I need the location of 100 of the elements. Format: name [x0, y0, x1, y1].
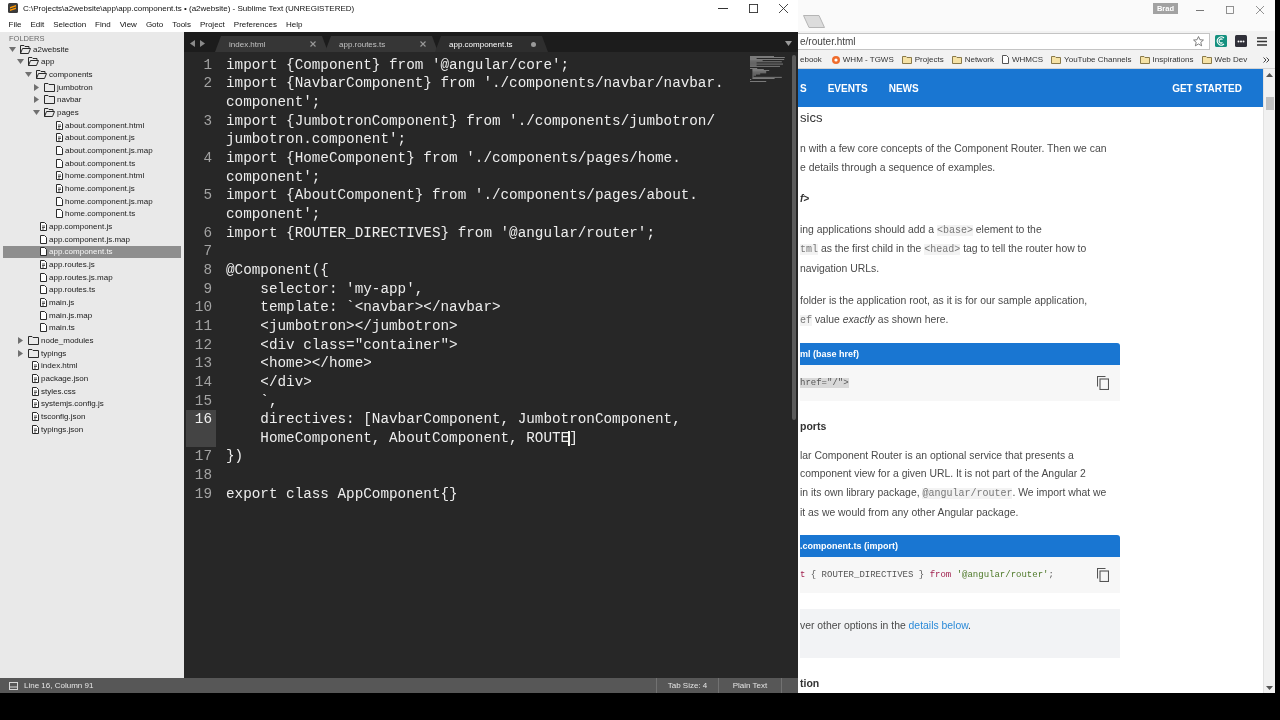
line-number: 9: [202, 279, 213, 299]
file-tree-item[interactable]: styles.css: [3, 384, 181, 398]
panel-icon[interactable]: [9, 681, 18, 690]
file-tree-item[interactable]: main.js.map: [3, 308, 181, 322]
menu-item[interactable]: Goto: [141, 19, 168, 29]
line-number: 7: [202, 242, 213, 261]
nav-link[interactable]: NEWS: [888, 82, 919, 94]
scrollbar[interactable]: [792, 55, 796, 420]
caret-right-icon[interactable]: [34, 83, 39, 91]
scroll-up-icon[interactable]: [1266, 73, 1273, 77]
get-started-link[interactable]: GET STARTED: [1172, 82, 1242, 94]
menu-item[interactable]: Edit: [25, 19, 49, 29]
tab-size-button[interactable]: Tab Size: 4: [656, 678, 718, 693]
file-tree-item[interactable]: pages: [3, 106, 181, 119]
open-folder-icon: [44, 108, 55, 118]
menu-item[interactable]: Tools: [167, 19, 196, 29]
file-tree-item[interactable]: main.ts: [3, 321, 181, 335]
unsaved-dot-icon[interactable]: [531, 41, 536, 47]
bookmark[interactable]: Projects: [901, 55, 944, 64]
close-icon[interactable]: [420, 41, 426, 47]
code-line: <home></home>: [260, 355, 372, 372]
menu-item[interactable]: Preferences: [229, 19, 282, 29]
file-tree-item[interactable]: about.component.js: [3, 131, 181, 145]
file-tree-item[interactable]: app.component.js: [3, 220, 181, 233]
menu-item[interactable]: Find: [90, 19, 116, 29]
caret-right-icon[interactable]: [18, 349, 23, 357]
site-logo-icon: [831, 55, 840, 64]
code-line: directives: [NavbarComponent, JumbotronComponent,: [260, 411, 681, 428]
line-number: 18: [193, 466, 213, 485]
caret-down-icon[interactable]: [9, 46, 16, 52]
bookmark[interactable]: Network: [951, 55, 994, 64]
minimap-drawing[interactable]: [750, 56, 786, 83]
menu-item[interactable]: File: [4, 19, 26, 29]
syntax-button[interactable]: Plain Text: [718, 678, 782, 693]
chevron-double-right-icon[interactable]: [1263, 56, 1271, 63]
copy-icon[interactable]: [1097, 567, 1109, 582]
file-tree-item[interactable]: index.html: [3, 359, 181, 373]
file-tree-item[interactable]: systemjs.config.js: [3, 397, 181, 411]
close-icon[interactable]: [310, 41, 316, 47]
caret-down-icon[interactable]: [25, 72, 32, 78]
file-tree-item[interactable]: tsconfig.json: [3, 410, 181, 423]
caret-right-icon[interactable]: [200, 40, 205, 47]
code-line: </div>: [260, 373, 312, 390]
file-tree-item[interactable]: components: [3, 68, 181, 81]
menu-item[interactable]: Help: [281, 19, 307, 29]
star-icon[interactable]: [1193, 35, 1204, 47]
caret-down-icon[interactable]: [33, 110, 40, 116]
file-tree-item[interactable]: typings.json: [3, 422, 181, 436]
code-block-header: .component.ts (import): [800, 534, 1120, 557]
bookmark[interactable]: WHMCS: [1002, 55, 1044, 64]
bookmark[interactable]: Web Dev: [1201, 55, 1248, 64]
file-tree-item[interactable]: home.component.js.map: [3, 194, 181, 208]
file-tree-item[interactable]: home.component.html: [3, 169, 181, 183]
file-tree-item[interactable]: app.routes.ts: [3, 283, 181, 297]
file-tree-item[interactable]: about.component.html: [3, 118, 181, 132]
caret-right-icon[interactable]: [34, 96, 39, 104]
file-tree-item[interactable]: app.routes.js: [3, 258, 181, 271]
file-tree-item[interactable]: home.component.js: [3, 182, 181, 195]
cursor-position: Line 16, Column 91: [24, 681, 94, 690]
copy-icon[interactable]: [1097, 375, 1109, 390]
spiral-extension-icon[interactable]: [1215, 35, 1227, 47]
caret-down-icon[interactable]: [17, 59, 24, 65]
file-tree-item[interactable]: node_modules: [3, 334, 181, 347]
bookmark[interactable]: YouTube Channels: [1051, 55, 1132, 64]
scrollbar-track[interactable]: [1263, 69, 1275, 693]
document-icon: [56, 120, 63, 130]
menu-icon[interactable]: [1257, 36, 1267, 46]
file-tree-item[interactable]: app.component.js.map: [3, 232, 181, 246]
file-tree-item[interactable]: app.routes.js.map: [3, 270, 181, 284]
file-tree-item[interactable]: jumbotron: [3, 80, 181, 94]
menu-item[interactable]: View: [115, 19, 142, 29]
bookmark[interactable]: ebook: [800, 55, 822, 64]
file-tree-item[interactable]: typings: [3, 346, 181, 360]
nav-link[interactable]: S: [800, 82, 807, 94]
file-tree-item[interactable]: home.component.ts: [3, 207, 181, 221]
bookmark[interactable]: WHM - TGWS: [829, 55, 894, 64]
code-line: import {ROUTER_DIRECTIVES} from '@angular/router';: [226, 224, 655, 241]
menu-item[interactable]: Project: [195, 19, 230, 29]
section-heading: ports: [800, 418, 828, 434]
file-tree-item[interactable]: a2website: [3, 43, 181, 56]
caret-right-icon[interactable]: [18, 336, 23, 344]
bookmark[interactable]: Inspirations: [1139, 55, 1194, 64]
scroll-down-icon[interactable]: [1266, 686, 1273, 690]
file-tree-item[interactable]: about.component.ts: [3, 156, 181, 170]
file-tree-item[interactable]: main.js: [3, 296, 181, 309]
file-tree-item[interactable]: app: [3, 55, 181, 69]
file-tree-item[interactable]: navbar: [3, 93, 181, 107]
editor-tab[interactable]: app.component.ts: [435, 36, 548, 52]
nav-link[interactable]: EVENTS: [827, 82, 868, 94]
menu-item[interactable]: Selection: [48, 19, 91, 29]
file-tree-item[interactable]: package.json: [3, 372, 181, 385]
scrollbar-thumb[interactable]: [1265, 97, 1274, 110]
editor-tab[interactable]: app.routes.ts: [325, 36, 438, 52]
file-tree-item[interactable]: about.component.js.map: [3, 144, 181, 157]
caret-down-icon[interactable]: [785, 41, 792, 46]
dots-extension-icon[interactable]: [1235, 35, 1247, 47]
editor-tab[interactable]: index.html: [215, 36, 328, 52]
address-bar[interactable]: e/router.html: [798, 32, 1210, 50]
document-icon: [40, 222, 47, 231]
caret-left-icon[interactable]: [190, 40, 195, 47]
